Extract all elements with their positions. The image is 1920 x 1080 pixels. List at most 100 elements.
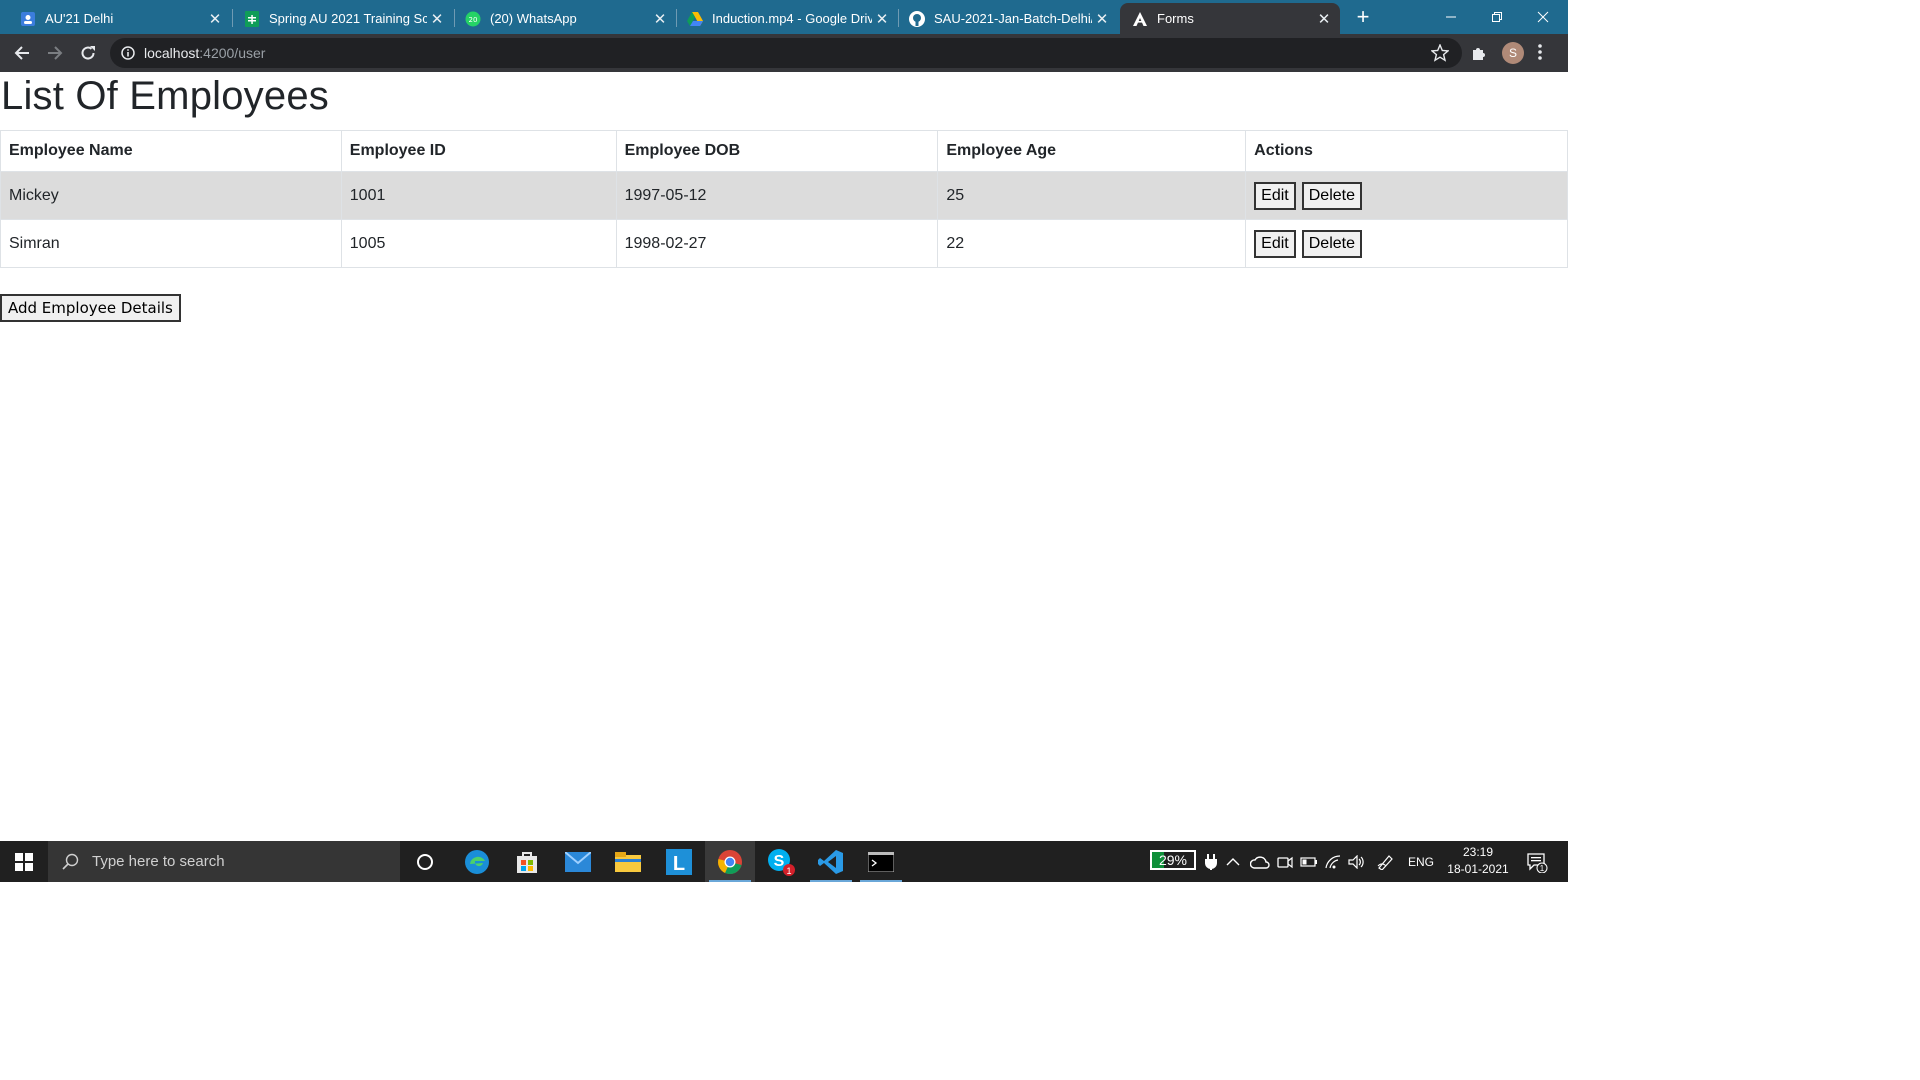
battery-indicator[interactable]: 29%: [1150, 850, 1196, 870]
column-header: Employee DOB: [615, 130, 939, 172]
store-icon: [517, 851, 537, 873]
reload-icon: [81, 46, 95, 60]
back-button[interactable]: [8, 39, 36, 67]
tab-github[interactable]: SAU-2021-Jan-Batch-Delhi/s ✕: [898, 3, 1118, 34]
close-icon[interactable]: ✕: [1092, 10, 1112, 28]
chrome-icon: [718, 849, 742, 874]
column-header: Employee Age: [937, 130, 1247, 172]
taskbar-mail[interactable]: [553, 841, 603, 882]
close-icon[interactable]: ✕: [872, 10, 892, 28]
skype-badge: 1: [786, 866, 791, 876]
browser-tab-strip: AU'21 Delhi ✕ Spring AU 2021 Training Sc…: [0, 0, 1568, 34]
employee-id-cell: 1005: [340, 219, 617, 268]
close-icon[interactable]: ✕: [1314, 10, 1334, 28]
wifi-icon[interactable]: [1325, 841, 1341, 882]
arrow-right-icon: [48, 46, 63, 60]
language-label: ENG: [1408, 854, 1435, 869]
employee-name-cell: Mickey: [0, 171, 342, 220]
close-icon[interactable]: ✕: [205, 10, 225, 28]
svg-text:S: S: [774, 853, 785, 870]
tab-title: Induction.mp4 - Google Drive: [712, 11, 872, 26]
skype-icon: S1: [768, 848, 795, 876]
new-tab-button[interactable]: +: [1350, 4, 1376, 30]
page-title: List Of Employees: [1, 74, 329, 118]
pen-workspace-icon[interactable]: [1377, 841, 1395, 882]
employee-dob-cell: 1998-02-27: [615, 219, 939, 268]
restore-button[interactable]: [1474, 0, 1520, 34]
url-path: :4200/user: [199, 45, 266, 61]
bookmark-star-icon[interactable]: [1430, 43, 1450, 67]
language-indicator[interactable]: ENG: [1408, 841, 1434, 882]
edge-icon: [465, 849, 489, 874]
github-icon: [909, 10, 925, 27]
taskbar-chrome[interactable]: [705, 841, 755, 882]
site-info-icon[interactable]: [121, 46, 135, 60]
minimize-icon: [1446, 16, 1456, 18]
battery-tray-icon[interactable]: [1300, 841, 1318, 882]
browser-toolbar: localhost:4200/user: [0, 34, 1568, 72]
taskbar-vscode[interactable]: [806, 841, 856, 882]
volume-icon[interactable]: [1348, 841, 1366, 882]
clock-time: 23:19: [1462, 845, 1494, 859]
taskbar-edge[interactable]: [452, 841, 502, 882]
clock-date: 18-01-2021: [1447, 862, 1509, 876]
delete-button[interactable]: Delete: [1301, 229, 1362, 258]
taskbar-file-explorer[interactable]: [603, 841, 653, 882]
page-content: List Of Employees Employee Name Employee…: [0, 72, 1568, 841]
close-icon[interactable]: ✕: [650, 10, 670, 28]
angular-icon: [1132, 11, 1148, 27]
system-clock[interactable]: 23:19 18-01-2021: [1440, 844, 1516, 878]
delete-button[interactable]: Delete: [1301, 181, 1362, 210]
profile-avatar[interactable]: S: [1502, 42, 1524, 64]
start-button[interactable]: [0, 841, 48, 882]
employee-id-cell: 1001: [340, 171, 617, 220]
minimize-button[interactable]: [1428, 0, 1474, 34]
sheets-icon: [244, 10, 260, 27]
meet-now-icon[interactable]: [1277, 841, 1293, 882]
reload-button[interactable]: [74, 39, 102, 67]
svg-text:L: L: [673, 853, 685, 875]
whatsapp-icon: 20: [465, 11, 481, 27]
table-row: Simran 1005 1998-02-27 22 Edit Delete: [0, 219, 1568, 268]
edit-button[interactable]: Edit: [1254, 229, 1296, 258]
tab-forms[interactable]: Forms ✕: [1120, 3, 1340, 34]
extensions-icon[interactable]: [1469, 43, 1489, 68]
tab-google-drive[interactable]: Induction.mp4 - Google Drive ✕: [676, 3, 898, 34]
edit-button[interactable]: Edit: [1254, 181, 1296, 210]
tab-title: AU'21 Delhi: [45, 11, 114, 26]
column-header: Employee Name: [0, 130, 342, 172]
url-host: localhost: [144, 45, 200, 61]
employee-dob-cell: 1997-05-12: [615, 171, 939, 220]
classroom-icon: [20, 11, 36, 27]
kebab-menu-icon[interactable]: [1537, 43, 1543, 66]
chevron-up-icon[interactable]: [1226, 841, 1240, 882]
close-icon: [1537, 11, 1549, 23]
employee-age-cell: 22: [937, 219, 1247, 268]
tab-whatsapp[interactable]: 20 (20) WhatsApp ✕: [454, 3, 676, 34]
column-header: Employee ID: [340, 130, 617, 172]
windows-logo-icon: [15, 852, 33, 871]
notification-center[interactable]: 1: [1526, 841, 1548, 882]
taskbar-skype[interactable]: S1: [756, 841, 806, 882]
l-app-icon: L: [666, 848, 692, 875]
forward-button[interactable]: [41, 39, 69, 67]
onedrive-icon[interactable]: [1250, 841, 1270, 882]
mail-icon: [565, 851, 591, 872]
cortana-icon: [417, 853, 433, 870]
add-employee-button[interactable]: Add Employee Details: [0, 294, 181, 322]
taskbar-l-app[interactable]: L: [654, 841, 704, 882]
close-icon[interactable]: ✕: [427, 10, 447, 28]
tab-au21-delhi[interactable]: AU'21 Delhi ✕: [0, 3, 231, 34]
search-icon: [62, 853, 79, 870]
vscode-icon: [818, 849, 843, 874]
taskbar-store[interactable]: [502, 841, 552, 882]
address-bar[interactable]: localhost:4200/user: [110, 38, 1462, 68]
battery-percent: 29%: [1158, 852, 1188, 868]
cortana-button[interactable]: [400, 841, 450, 882]
tab-training-schedule[interactable]: Spring AU 2021 Training Schedule ✕: [232, 3, 453, 34]
taskbar-search-box[interactable]: Type here to search: [48, 841, 400, 882]
taskbar-terminal[interactable]: [856, 841, 906, 882]
svg-text:20: 20: [469, 16, 478, 24]
close-window-button[interactable]: [1520, 0, 1566, 34]
windows-taskbar: Type here to search L S1 29% ENG 23:19 1…: [0, 841, 1568, 882]
